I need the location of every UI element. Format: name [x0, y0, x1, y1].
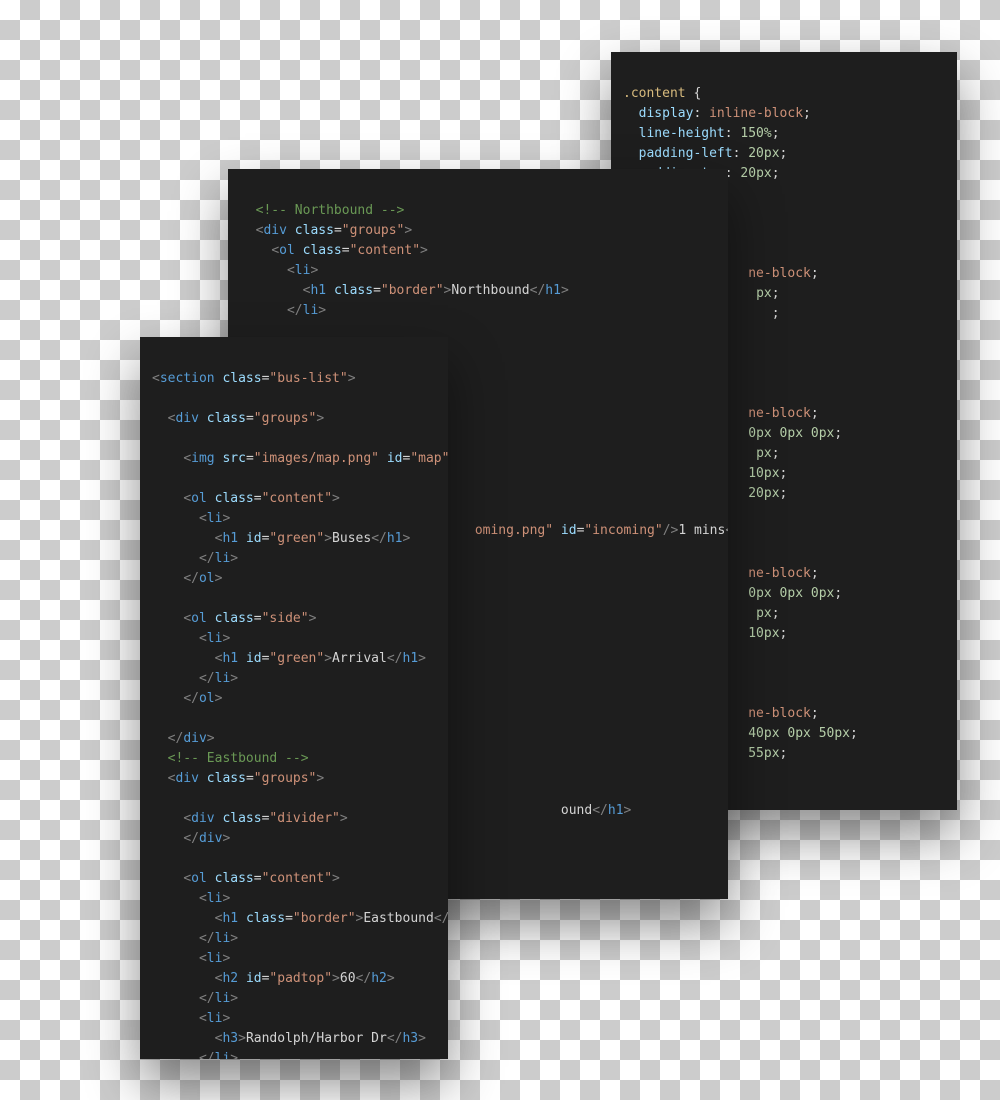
css-selector: .content [623, 86, 686, 101]
html-comment: <!-- Northbound --> [256, 203, 405, 218]
html-comment: <!-- Eastbound --> [168, 751, 309, 766]
code-editor-html-front: <section class="bus-list"> <div class="g… [140, 337, 448, 1059]
